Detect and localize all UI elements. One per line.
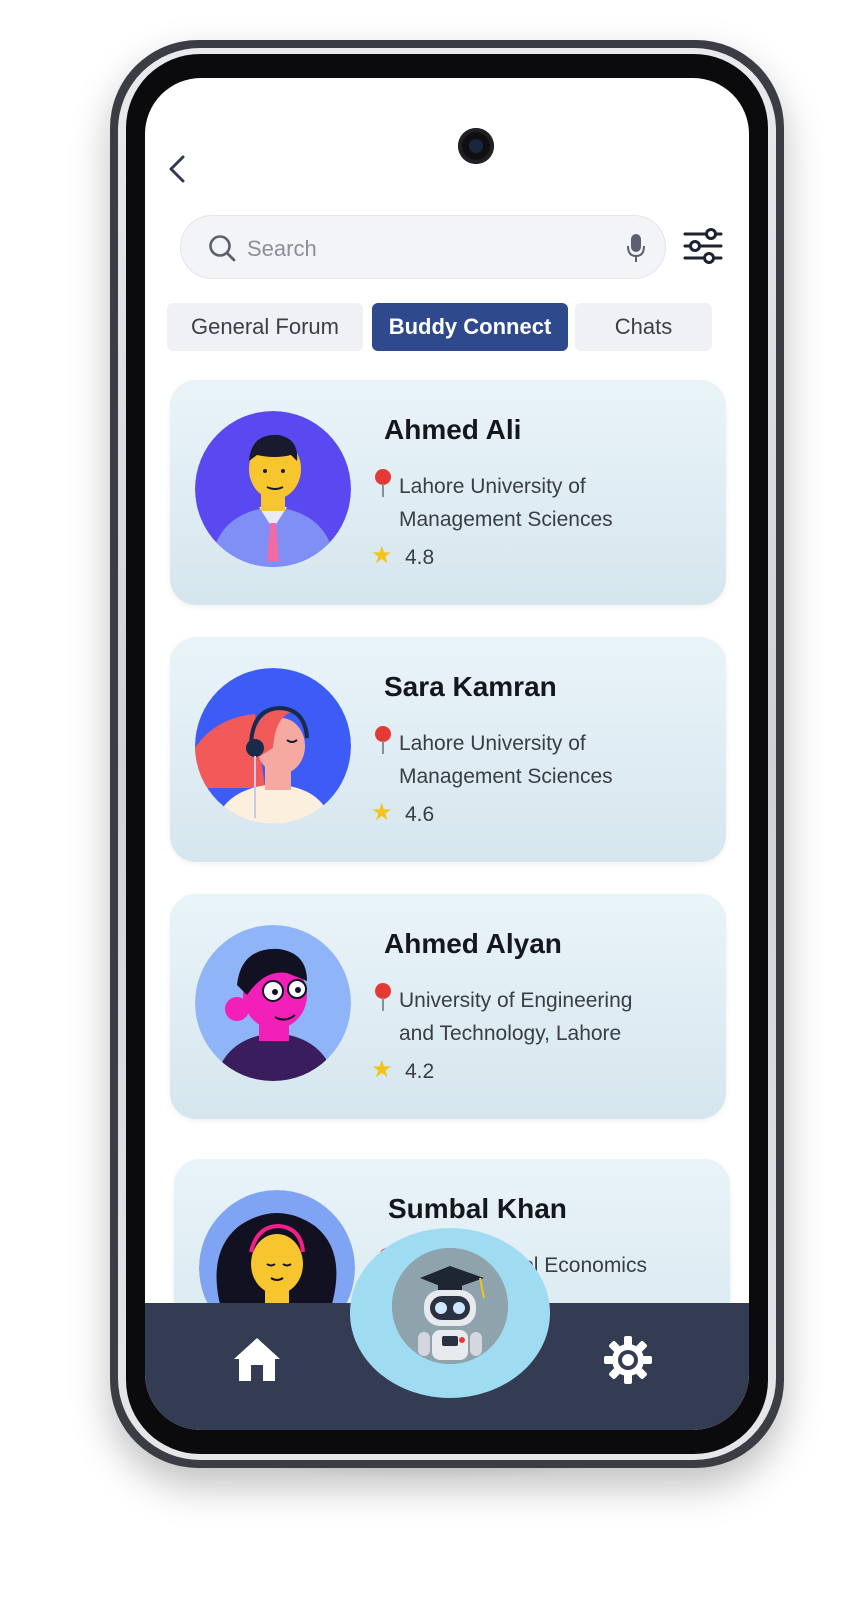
phone-frame: Search General Forum Buddy Connect Chats bbox=[110, 40, 784, 1468]
buddy-card[interactable]: Sara Kamran Lahore University of Managem… bbox=[170, 637, 726, 862]
avatar bbox=[195, 925, 351, 1081]
buddy-rating: 4.6 bbox=[405, 803, 435, 826]
buddy-university: Lahore University of Management Sciences bbox=[399, 727, 699, 793]
buddy-card[interactable]: Ahmed Alyan University of Engineering an… bbox=[170, 894, 726, 1119]
search-bar[interactable]: Search bbox=[180, 215, 666, 279]
avatar bbox=[195, 411, 351, 567]
buddy-rating: 4.8 bbox=[405, 546, 435, 569]
buddy-university: Lahore University of Management Sciences bbox=[399, 470, 699, 536]
location-pin-icon bbox=[375, 983, 391, 1011]
university-line-2: Management Sciences bbox=[399, 508, 613, 531]
star-icon: ★ bbox=[371, 799, 393, 826]
buddy-name: Sara Kamran bbox=[384, 671, 557, 702]
university-line-2: Management Sciences bbox=[399, 765, 613, 788]
buddy-name: Ahmed Alyan bbox=[384, 928, 562, 959]
university-line-1: Lahore University of bbox=[399, 475, 586, 498]
avatar bbox=[195, 668, 351, 824]
search-icon bbox=[209, 235, 236, 262]
buddy-name: Sumbal Khan bbox=[388, 1193, 567, 1224]
search-input[interactable]: Search bbox=[247, 236, 317, 262]
university-line-1: Lahore University of bbox=[399, 732, 586, 755]
app-screen: Search General Forum Buddy Connect Chats bbox=[145, 78, 749, 1430]
back-button[interactable] bbox=[163, 152, 193, 186]
buddy-card[interactable]: Ahmed Ali Lahore University of Managemen… bbox=[170, 380, 726, 605]
filter-sliders-icon[interactable] bbox=[683, 226, 723, 266]
robot-assistant-button[interactable] bbox=[392, 1248, 508, 1364]
tab-buddy-connect[interactable]: Buddy Connect bbox=[372, 303, 568, 351]
front-camera bbox=[458, 128, 494, 164]
robot-assistant-icon bbox=[392, 1248, 508, 1364]
tab-chats[interactable]: Chats bbox=[575, 303, 712, 351]
gear-icon[interactable] bbox=[603, 1335, 653, 1385]
university-line-2: and Technology, Lahore bbox=[399, 1022, 622, 1045]
chevron-left-icon bbox=[169, 155, 185, 183]
buddy-rating: 4.2 bbox=[405, 1060, 435, 1083]
star-icon: ★ bbox=[371, 542, 393, 569]
university-line-1: University of Engineering bbox=[399, 989, 633, 1012]
buddy-name: Ahmed Ali bbox=[384, 414, 522, 445]
tab-general-forum[interactable]: General Forum bbox=[167, 303, 363, 351]
microphone-icon[interactable] bbox=[625, 232, 647, 264]
star-icon: ★ bbox=[371, 1056, 393, 1083]
location-pin-icon bbox=[375, 469, 391, 497]
location-pin-icon bbox=[375, 726, 391, 754]
buddy-university: University of Engineering and Technology… bbox=[399, 984, 699, 1050]
home-icon[interactable] bbox=[231, 1335, 283, 1383]
